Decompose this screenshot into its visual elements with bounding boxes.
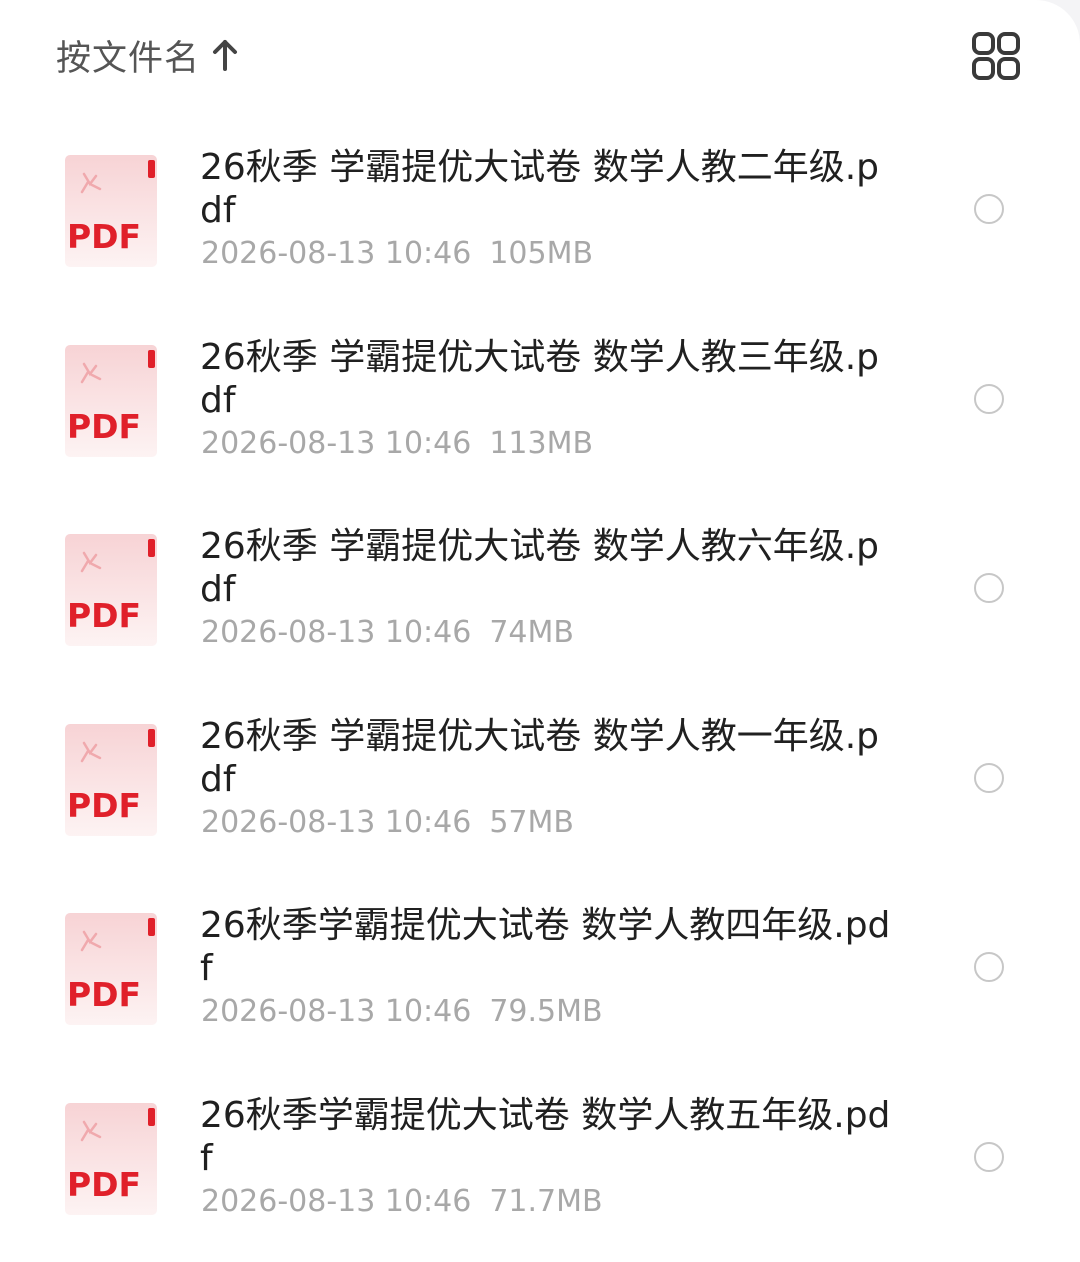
file-name: 26秋季 学霸提优大试卷 数学人教一年级.pdf — [200, 715, 879, 800]
pdf-badge-text: PDF — [67, 596, 141, 635]
select-radio-button[interactable] — [974, 952, 1004, 982]
file-meta: 2026-08-13 10:46 74MB — [201, 615, 574, 651]
pdf-badge-text: PDF — [67, 217, 141, 256]
sort-label: 按文件名 — [56, 38, 201, 79]
file-meta: 2026-08-13 10:46 79.5MB — [201, 994, 603, 1030]
file-date: 2026-08-13 10:46 — [201, 615, 472, 650]
file-size: 113MB — [489, 425, 594, 461]
file-name: 26秋季 学霸提优大试卷 数学人教三年级.pdf — [200, 336, 879, 421]
file-size: 71.7MB — [489, 1183, 603, 1219]
file-meta: 2026-08-13 10:46 57MB — [201, 805, 574, 841]
pdf-file-icon: PDF — [65, 155, 157, 267]
file-date: 2026-08-13 10:46 — [201, 236, 472, 271]
file-name: 26秋季 学霸提优大试卷 数学人教二年级.pdf — [200, 147, 879, 231]
file-date: 2026-08-13 10:46 — [201, 804, 472, 840]
file-browser-panel: 按文件名 PDF 26秋季 学霸提优大试卷 数学人教二年级.pdf 2026-0… — [0, 0, 1080, 1262]
select-radio-button[interactable] — [974, 194, 1004, 224]
pdf-badge-text: PDF — [67, 786, 141, 825]
pdf-badge-text: PDF — [67, 1165, 141, 1204]
select-radio-button[interactable] — [974, 383, 1004, 414]
file-size: 74MB — [489, 615, 574, 650]
file-list-item[interactable]: PDF 26秋季学霸提优大试卷 数学人教四年级.pdf 2026-08-13 1… — [0, 874, 1080, 1064]
file-size: 105MB — [489, 236, 594, 271]
file-date: 2026-08-13 10:46 — [201, 425, 472, 461]
select-radio-button[interactable] — [974, 762, 1004, 793]
file-meta: 2026-08-13 10:46 105MB — [201, 236, 593, 272]
file-name: 26秋季 学霸提优大试卷 数学人教六年级.pdf — [200, 526, 879, 610]
file-meta: 2026-08-13 10:46 113MB — [201, 426, 593, 462]
pdf-badge-text: PDF — [67, 975, 141, 1014]
pdf-badge-text: PDF — [67, 407, 141, 446]
file-list-item[interactable]: PDF 26秋季 学霸提优大试卷 数学人教二年级.pdf 2026-08-13 … — [0, 116, 1080, 306]
file-list: PDF 26秋季 学霸提优大试卷 数学人教二年级.pdf 2026-08-13 … — [0, 116, 1080, 1253]
pdf-file-icon: PDF — [65, 913, 157, 1025]
file-list-item[interactable]: PDF 26秋季 学霸提优大试卷 数学人教六年级.pdf 2026-08-13 … — [0, 495, 1080, 685]
pdf-file-icon: PDF — [65, 344, 157, 457]
list-header: 按文件名 — [0, 0, 1080, 112]
sort-by-name-button[interactable]: 按文件名 — [56, 30, 240, 80]
file-list-item[interactable]: PDF 26秋季学霸提优大试卷 数学人教五年级.pdf 2026-08-13 1… — [0, 1064, 1080, 1254]
file-meta: 2026-08-13 10:46 71.7MB — [201, 1184, 603, 1220]
select-radio-button[interactable] — [974, 1141, 1004, 1172]
arrow-up-icon — [213, 40, 238, 71]
grid-view-icon[interactable] — [968, 30, 1024, 82]
file-name: 26秋季学霸提优大试卷 数学人教四年级.pdf — [200, 905, 891, 989]
file-date: 2026-08-13 10:46 — [201, 994, 472, 1029]
file-date: 2026-08-13 10:46 — [201, 1183, 472, 1219]
file-size: 79.5MB — [489, 994, 603, 1029]
pdf-file-icon: PDF — [65, 1102, 157, 1215]
file-list-item[interactable]: PDF 26秋季 学霸提优大试卷 数学人教一年级.pdf 2026-08-13 … — [0, 685, 1080, 875]
file-name: 26秋季学霸提优大试卷 数学人教五年级.pdf — [200, 1094, 891, 1179]
file-size: 57MB — [489, 804, 574, 840]
pdf-file-icon: PDF — [65, 723, 157, 836]
file-list-item[interactable]: PDF 26秋季 学霸提优大试卷 数学人教三年级.pdf 2026-08-13 … — [0, 306, 1080, 496]
select-radio-button[interactable] — [974, 573, 1004, 603]
pdf-file-icon: PDF — [65, 534, 157, 646]
